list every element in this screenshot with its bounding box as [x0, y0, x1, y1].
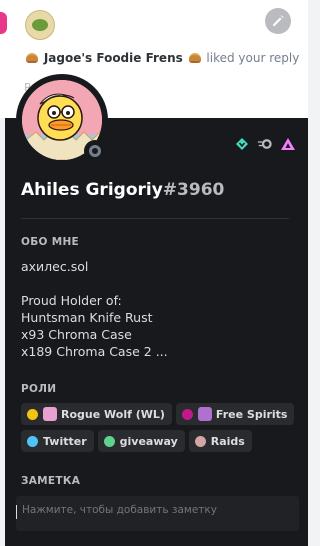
avatar-ring: [16, 74, 108, 166]
role-color-icon[interactable]: [181, 408, 193, 420]
role-label: Raids: [210, 434, 245, 448]
username: Ahiles Grigoriy#3960: [21, 180, 224, 200]
hypesquad-balance-icon[interactable]: [234, 136, 250, 152]
unread-indicator: [0, 12, 7, 34]
hypesquad-brilliance-icon[interactable]: [280, 136, 296, 152]
burger-emoji-icon: [188, 53, 201, 63]
role-color-icon[interactable]: [27, 435, 38, 447]
username-discriminator: #3960: [162, 180, 225, 200]
role-list: Rogue Wolf (WL) Free Spirits Twitter giveaw…: [21, 403, 296, 452]
role-pill[interactable]: giveaway: [97, 430, 185, 452]
role-pill[interactable]: Rogue Wolf (WL): [21, 403, 172, 425]
user-profile-popout: Ahiles Grigoriy#3960 ОБО МНЕ ахилес.sol …: [5, 74, 308, 546]
notification-text[interactable]: Jagoe's Foodie Frens liked your reply: [24, 51, 299, 65]
role-label: giveaway: [119, 434, 178, 448]
role-label: Free Spirits: [215, 407, 288, 421]
note-input[interactable]: Нажмите, чтобы добавить заметку: [16, 496, 299, 531]
wolf-icon: [43, 407, 57, 421]
burger-emoji-icon: [26, 53, 38, 63]
badge-list: [234, 136, 296, 152]
divider: [21, 218, 289, 219]
role-label: Twitter: [43, 434, 87, 448]
server-avatar[interactable]: [25, 10, 55, 40]
spirit-icon: [197, 407, 212, 421]
role-pill[interactable]: Raids: [188, 430, 252, 452]
username-name: Ahiles Grigoriy: [21, 180, 163, 200]
about-me-text: ахилес.sol Proud Holder of: Huntsman Kni…: [21, 259, 168, 359]
text-caret: [16, 505, 17, 519]
roles-title: РОЛИ: [21, 383, 57, 395]
role-color-icon[interactable]: [194, 435, 206, 447]
role-color-icon[interactable]: [27, 408, 38, 420]
edit-icon[interactable]: [265, 8, 291, 34]
role-pill[interactable]: Twitter: [21, 430, 94, 452]
nitro-boost-icon[interactable]: [257, 136, 273, 152]
role-label: Rogue Wolf (WL): [61, 407, 165, 421]
role-color-icon[interactable]: [103, 435, 115, 447]
status-offline-icon: [84, 140, 106, 162]
note-title: ЗАМЕТКА: [21, 475, 81, 487]
notification-server-name: Jagoe's Foodie Frens: [43, 51, 183, 65]
about-me-title: ОБО МНЕ: [21, 236, 80, 248]
notification-action: liked your reply: [206, 51, 300, 65]
role-pill[interactable]: Free Spirits: [175, 403, 295, 425]
